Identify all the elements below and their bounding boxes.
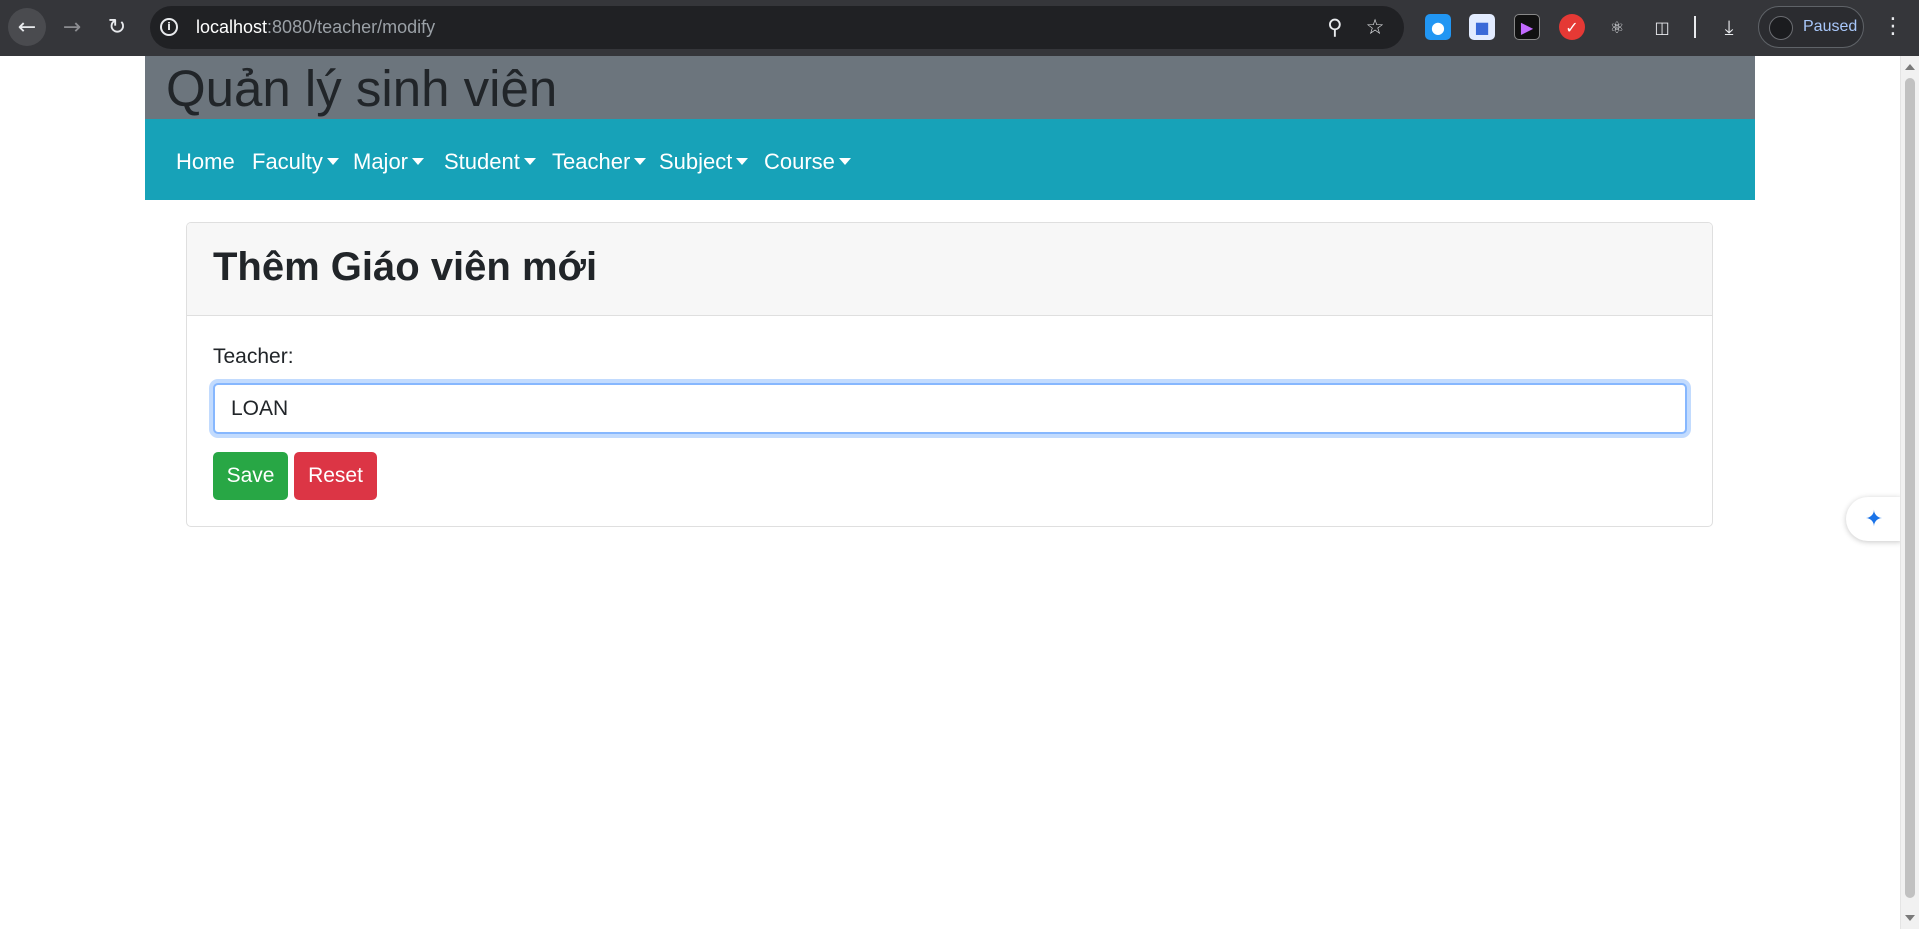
teacher-name-input[interactable] xyxy=(213,383,1687,434)
nav-student-dropdown[interactable]: Student xyxy=(444,149,536,175)
nav-teacher-dropdown[interactable]: Teacher xyxy=(552,149,647,175)
profile-button[interactable]: Paused xyxy=(1758,6,1864,48)
document-extension-icon[interactable]: ■ xyxy=(1469,14,1495,40)
tts-extension-icon[interactable]: ▶ xyxy=(1514,14,1540,40)
droplet-extension-icon[interactable]: ● xyxy=(1425,14,1451,40)
browser-toolbar: ← → ↻ i localhost:8080/teacher/modify ⚲ … xyxy=(0,0,1919,56)
nav-label: Major xyxy=(353,149,409,174)
caret-down-icon xyxy=(838,158,851,165)
teacher-form-card: Thêm Giáo viên mới Teacher: Save Reset xyxy=(186,222,1713,527)
scroll-up-icon[interactable] xyxy=(1905,64,1915,70)
caret-down-icon xyxy=(523,158,536,165)
sparkle-droplet-widget-icon[interactable]: ✦ xyxy=(1846,497,1902,541)
forward-arrow-icon[interactable]: → xyxy=(53,8,91,46)
nav-label: Student xyxy=(444,149,520,174)
avatar xyxy=(1769,16,1793,40)
save-button[interactable]: Save xyxy=(213,452,288,500)
nav-label: Course xyxy=(764,149,835,174)
url-host: localhost xyxy=(196,17,268,37)
nav-label: Subject xyxy=(659,149,733,174)
bookmark-star-icon[interactable]: ☆ xyxy=(1362,14,1388,40)
app-title: Quản lý sinh viên xyxy=(166,60,558,117)
url-text[interactable]: localhost:8080/teacher/modify xyxy=(196,15,435,39)
scrollbar-thumb[interactable] xyxy=(1905,78,1915,898)
browser-menu-icon[interactable]: ⋮ xyxy=(1882,12,1904,42)
nav-faculty-dropdown[interactable]: Faculty xyxy=(252,149,339,175)
teacher-field-label: Teacher: xyxy=(213,345,294,368)
nav-major-dropdown[interactable]: Major xyxy=(353,149,425,175)
nav-subject-dropdown[interactable]: Subject xyxy=(659,149,749,175)
download-icon[interactable]: ⤓ xyxy=(1716,14,1742,40)
page-scrollbar[interactable] xyxy=(1900,56,1919,929)
extensions-puzzle-icon[interactable]: ◫ xyxy=(1649,14,1675,40)
url-path: :8080/teacher/modify xyxy=(267,17,436,37)
zoom-icon[interactable]: ⚲ xyxy=(1322,14,1348,40)
card-header: Thêm Giáo viên mới xyxy=(187,223,1712,316)
main-navbar: Home Faculty Major Student Teacher Subje… xyxy=(145,119,1755,200)
nav-label: Teacher xyxy=(552,149,631,174)
caret-down-icon xyxy=(412,158,425,165)
site-info-icon[interactable]: i xyxy=(160,18,178,36)
reload-icon[interactable]: ↻ xyxy=(98,8,136,46)
caret-down-icon xyxy=(634,158,647,165)
reset-button[interactable]: Reset xyxy=(294,452,377,500)
caret-down-icon xyxy=(736,158,749,165)
caret-down-icon xyxy=(326,158,339,165)
nav-label: Faculty xyxy=(252,149,323,174)
nav-home[interactable]: Home xyxy=(176,149,235,175)
scroll-down-icon[interactable] xyxy=(1905,915,1915,921)
app-header: Quản lý sinh viên xyxy=(145,56,1755,119)
colorful-extension-icon[interactable]: ✓ xyxy=(1559,14,1585,40)
back-arrow-icon[interactable]: ← xyxy=(8,8,46,46)
nav-label: Home xyxy=(176,149,235,174)
react-devtools-icon[interactable]: ⚛ xyxy=(1604,14,1630,40)
toolbar-divider xyxy=(1694,16,1696,38)
profile-status-label: Paused xyxy=(1803,18,1858,35)
nav-course-dropdown[interactable]: Course xyxy=(764,149,851,175)
page-title: Thêm Giáo viên mới xyxy=(213,245,598,289)
